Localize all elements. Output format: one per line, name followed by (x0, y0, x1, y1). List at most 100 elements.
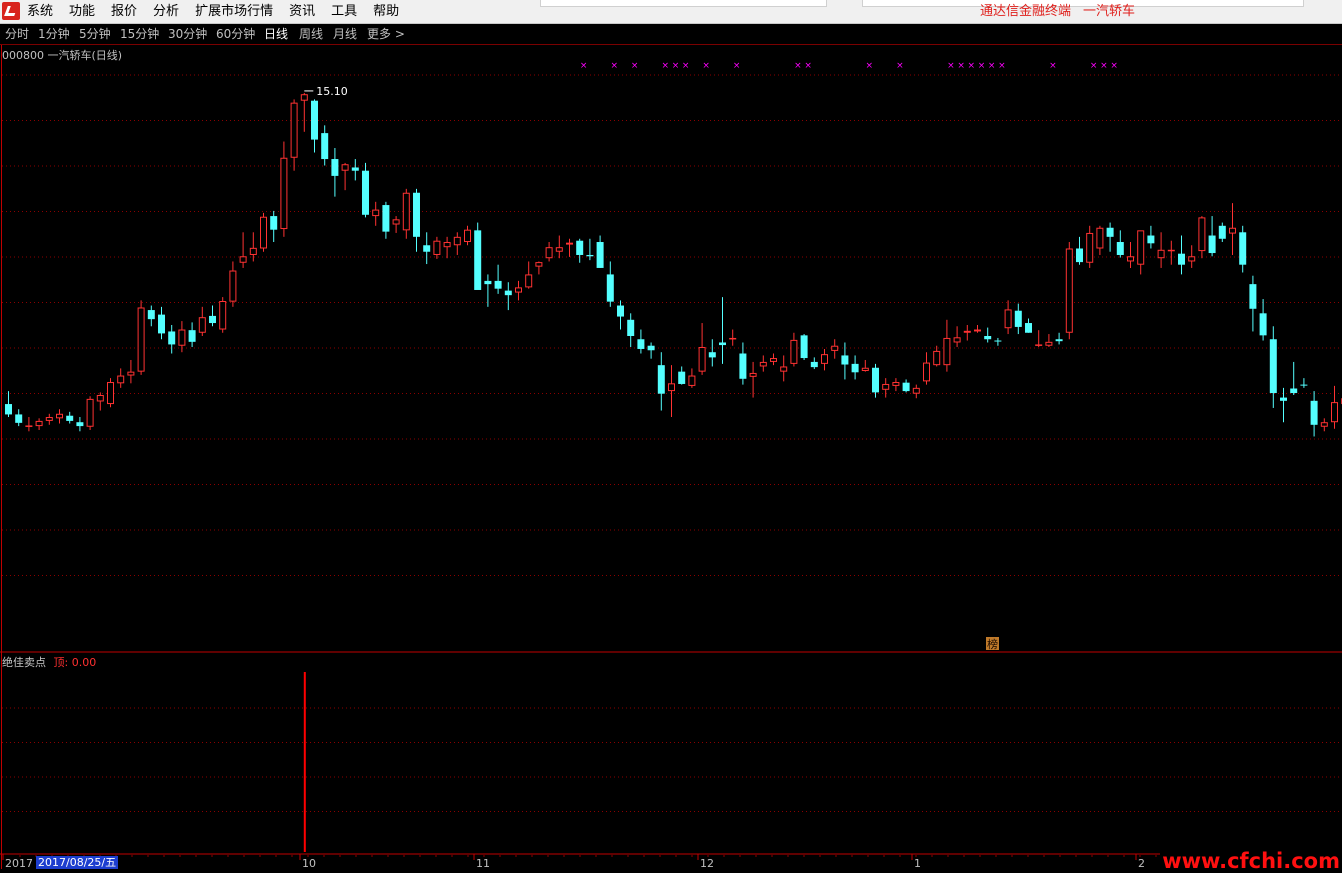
menu-item-4[interactable]: 扩展市场行情 (187, 0, 281, 23)
candle-body (852, 364, 859, 372)
candle-body (1189, 257, 1195, 261)
app-title: 通达信金融终端 (980, 4, 1071, 19)
period-tab-5[interactable]: 60分钟 (216, 24, 255, 44)
candle-body (1036, 345, 1042, 346)
candle-body (15, 414, 22, 422)
candle-body (220, 301, 226, 329)
sell-marker-icon: × (733, 61, 741, 71)
candle-body (158, 315, 165, 334)
candle-body (1046, 342, 1052, 345)
time-tick-label: 12 (700, 857, 714, 869)
candle-body (97, 395, 103, 400)
sell-marker-icon: × (1090, 61, 1098, 71)
candle-body (189, 330, 196, 342)
candle-body (281, 158, 287, 228)
candle-body (209, 316, 216, 323)
candle-body (872, 368, 879, 393)
candle-body (1178, 254, 1185, 265)
menu-item-2[interactable]: 报价 (103, 0, 145, 23)
candle-body (934, 351, 940, 364)
candle-body (607, 274, 614, 301)
menu-item-1[interactable]: 功能 (61, 0, 103, 23)
candle-body (862, 368, 868, 370)
menu-item-7[interactable]: 帮助 (365, 0, 407, 23)
period-tab-0[interactable]: 分时 (5, 24, 29, 44)
period-tab-8[interactable]: 月线 (333, 24, 357, 44)
menu-item-6[interactable]: 工具 (323, 0, 365, 23)
candle-body (331, 159, 338, 176)
tab-slot-left (540, 0, 827, 7)
candle-body (108, 383, 114, 404)
candle-body (66, 416, 73, 421)
candle-body (484, 281, 491, 284)
candle-body (342, 165, 348, 170)
candle-body (536, 263, 542, 267)
candle-body (1300, 385, 1307, 386)
candle-body (1199, 218, 1205, 251)
period-tab-4[interactable]: 30分钟 (168, 24, 207, 44)
sell-marker-icon: × (968, 61, 976, 71)
period-tab-3[interactable]: 15分钟 (120, 24, 159, 44)
candle-body (944, 338, 950, 364)
candle-body (893, 383, 899, 386)
candle-body (118, 376, 124, 383)
candle-body (1128, 257, 1134, 261)
candle-body (1168, 250, 1174, 251)
menu-item-0[interactable]: 系统 (27, 0, 61, 23)
candle-body (658, 365, 665, 394)
candle-body (128, 372, 134, 375)
candle-body (1097, 228, 1103, 248)
candle-body (567, 243, 573, 244)
window-title: 通达信金融终端一汽轿车 (980, 0, 1147, 23)
sell-marker-icon: × (866, 61, 874, 71)
candle-body (597, 242, 604, 268)
candle-body (474, 230, 481, 290)
candle-body (913, 388, 919, 393)
menu-item-3[interactable]: 分析 (145, 0, 187, 23)
candle-body (709, 352, 716, 357)
candle-body (1239, 232, 1246, 264)
candle-body (1087, 233, 1093, 262)
time-tick-label: 10 (302, 857, 316, 869)
sell-marker-icon: × (957, 61, 965, 71)
app-logo-icon[interactable] (2, 2, 20, 20)
candle-body (168, 331, 175, 344)
menu-item-5[interactable]: 资讯 (281, 0, 323, 23)
candle-body (648, 346, 655, 351)
candle-body (760, 362, 766, 366)
candle-body (311, 101, 318, 140)
sell-marker-icon: × (988, 61, 996, 71)
candle-body (87, 399, 93, 426)
period-tab-2[interactable]: 5分钟 (79, 24, 111, 44)
kline-chart[interactable]: 15.10××××××××××××××××××××××榜201710111212… (0, 45, 1342, 869)
candle-body (505, 291, 512, 296)
sell-marker-icon: × (1100, 61, 1108, 71)
sell-marker-icon: × (1049, 61, 1057, 71)
candle-body (546, 248, 552, 258)
period-tab-6[interactable]: 日线 (264, 24, 288, 44)
candle-body (771, 359, 777, 362)
indicator-param-label: 顶: (54, 656, 69, 669)
candle-body (362, 171, 369, 215)
candle-body (811, 362, 818, 367)
indicator-name: 绝佳卖点 (2, 656, 46, 669)
candle-body (556, 248, 562, 252)
candle-body (1025, 323, 1032, 333)
candle-body (617, 306, 624, 317)
candle-body (841, 355, 848, 364)
period-tab-9[interactable]: 更多 > (367, 24, 405, 44)
candle-body (270, 216, 277, 230)
period-tab-7[interactable]: 周线 (299, 24, 323, 44)
candle-body (1015, 311, 1022, 327)
candle-body (699, 348, 705, 372)
sell-marker-icon: × (580, 61, 588, 71)
candle-body (903, 383, 910, 391)
menu-bar: 系统功能报价分析扩展市场行情资讯工具帮助 通达信金融终端一汽轿车 (0, 0, 1342, 24)
candle-body (1280, 398, 1287, 401)
period-tab-1[interactable]: 1分钟 (38, 24, 70, 44)
candle-body (1147, 236, 1154, 244)
candle-body (1158, 250, 1164, 257)
candle-body (57, 414, 63, 418)
time-tick-label: 2017 (5, 857, 33, 869)
candle-body (444, 243, 450, 247)
